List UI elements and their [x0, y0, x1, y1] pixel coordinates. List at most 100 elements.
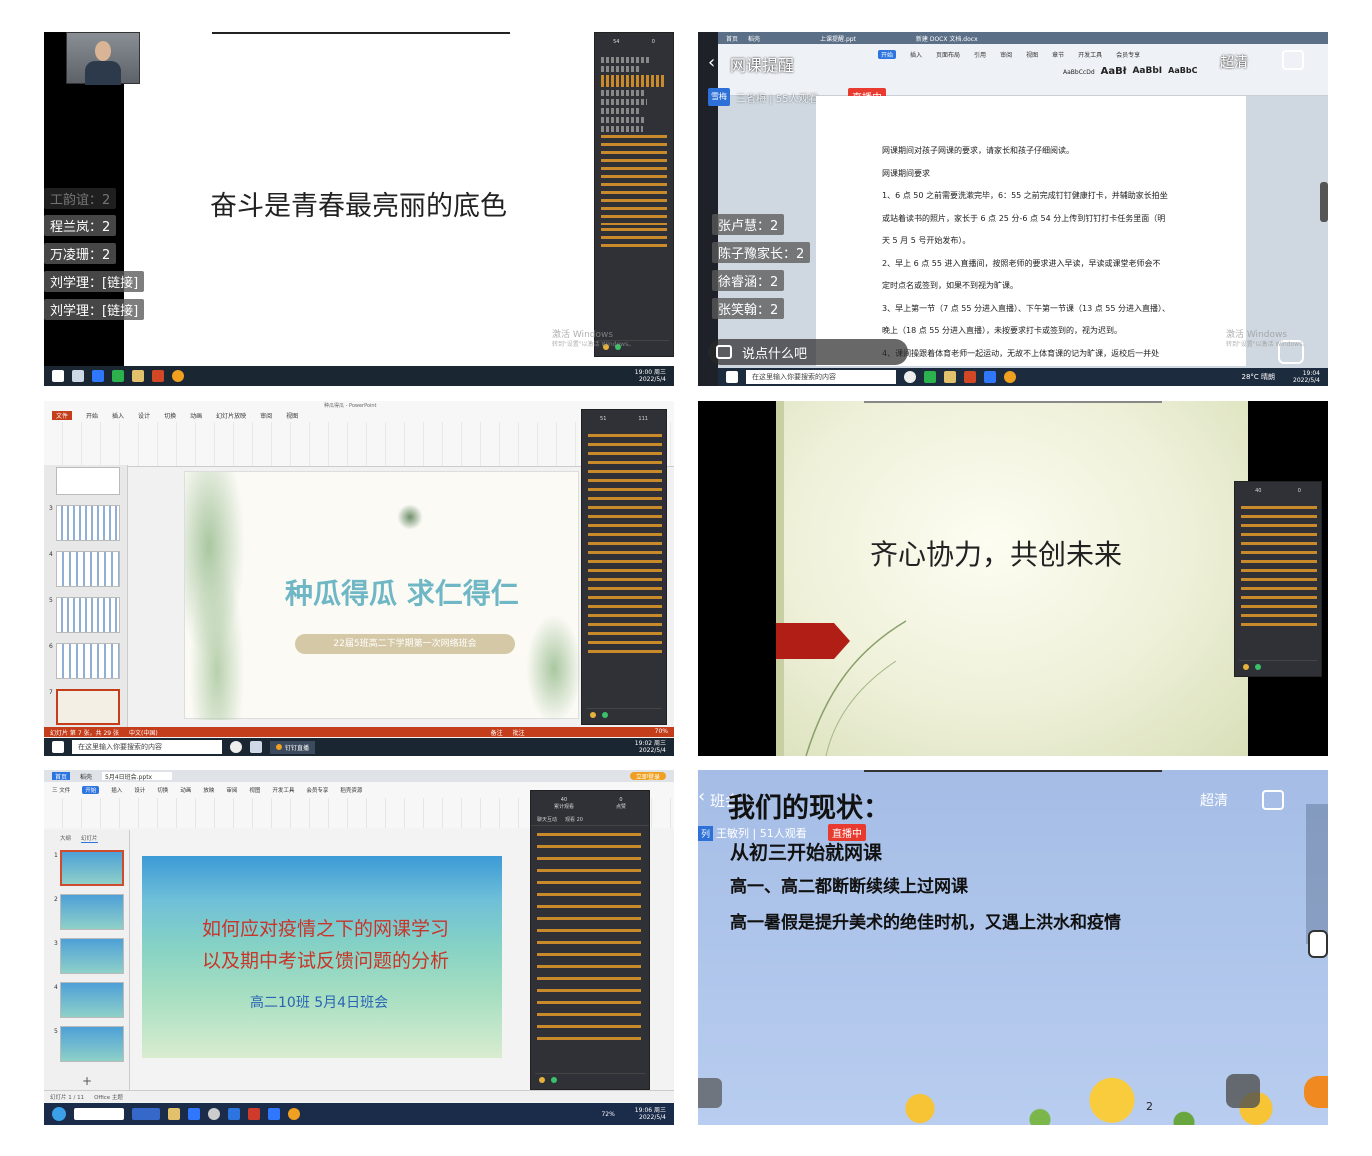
- chat-footer[interactable]: [586, 708, 662, 720]
- back-arrow-icon[interactable]: ‹: [708, 52, 715, 73]
- powerpoint-icon[interactable]: [152, 370, 164, 382]
- menu-item[interactable]: 视图: [249, 786, 260, 794]
- tab[interactable]: 新建 DOCX 文档.docx: [916, 34, 978, 43]
- menu-item[interactable]: 开始: [86, 411, 98, 420]
- menu-item[interactable]: 插入: [111, 786, 122, 794]
- chat-tab[interactable]: 聊天互动: [537, 816, 557, 823]
- slide-thumbnail[interactable]: [60, 938, 124, 974]
- back-arrow-icon[interactable]: ‹: [698, 786, 705, 807]
- menu-item[interactable]: 动画: [190, 411, 202, 420]
- comments-button[interactable]: 批注: [513, 728, 525, 737]
- tab[interactable]: 稻壳: [80, 772, 92, 781]
- live-chat-panel[interactable]: 51 111: [581, 409, 667, 725]
- menu-item[interactable]: 切换: [164, 411, 176, 420]
- task-view-icon[interactable]: [904, 371, 916, 383]
- folder-icon[interactable]: [132, 370, 144, 382]
- menu-item[interactable]: 插入: [910, 50, 922, 59]
- menu-item[interactable]: 放映: [203, 786, 214, 794]
- slide-thumbnail[interactable]: [60, 894, 124, 930]
- slide-thumbnail-selected[interactable]: [56, 689, 120, 725]
- wechat-icon[interactable]: [112, 370, 124, 382]
- quality-button[interactable]: 超清: [1200, 790, 1228, 810]
- task-view-icon[interactable]: [230, 741, 242, 753]
- screen-switch-icon[interactable]: [1262, 790, 1284, 810]
- menu-file[interactable]: 文件: [52, 411, 73, 420]
- windows-start-icon[interactable]: [52, 370, 64, 382]
- slide-thumbnail[interactable]: [56, 643, 120, 679]
- slide-thumbnail[interactable]: [60, 1026, 124, 1062]
- live-chat-panel[interactable]: 40 0: [1234, 481, 1322, 677]
- menu-item[interactable]: 引用: [974, 50, 986, 59]
- live-chat-panel[interactable]: 54 0: [594, 32, 674, 357]
- folder-icon[interactable]: [944, 371, 956, 383]
- slide-thumbnail-pane[interactable]: 3 4 5 6 7: [44, 465, 128, 727]
- gift-icon[interactable]: [590, 711, 596, 718]
- slide-canvas[interactable]: 如何应对疫情之下的网课学习 以及期中考试反馈问题的分析 高二10班 5月4日班会: [142, 856, 502, 1058]
- tab[interactable]: 上课提醒.ppt: [820, 34, 856, 43]
- slide-canvas[interactable]: 种瓜得瓜 求仁得仁 22届5班高二下学期第一次网络班会: [184, 471, 580, 720]
- live-app-icon[interactable]: [1004, 371, 1016, 383]
- menu-item[interactable]: 稻壳资源: [340, 786, 362, 794]
- menu-item[interactable]: 插入: [112, 411, 124, 420]
- live-app-icon[interactable]: [288, 1108, 300, 1120]
- call-icon[interactable]: [1226, 1074, 1260, 1108]
- viewer-tab[interactable]: 观看 20: [565, 816, 583, 823]
- slide-thumbnail[interactable]: [56, 467, 120, 495]
- document-page[interactable]: 网课期间对孩子网课的要求，请家长和孩子仔细阅读。 网课期间要求 1、6 点 50…: [816, 96, 1246, 366]
- slide-thumbnail[interactable]: [56, 505, 120, 541]
- app-icon[interactable]: [188, 1108, 200, 1120]
- dingtalk-icon[interactable]: [268, 1108, 280, 1120]
- right-scrollbar[interactable]: [1320, 182, 1328, 222]
- gift-icon[interactable]: [539, 1076, 545, 1083]
- dingtalk-icon[interactable]: [92, 370, 104, 382]
- windows-taskbar[interactable]: 在这里输入你要搜索的内容 28°C 晴朗 19:04 2022/5/4: [718, 368, 1328, 386]
- wps-icon[interactable]: [964, 371, 976, 383]
- menu-item[interactable]: 开始: [82, 786, 100, 794]
- windows-start-icon[interactable]: [52, 741, 64, 753]
- menu-item[interactable]: 设计: [134, 786, 145, 794]
- gift-icon[interactable]: [1243, 663, 1249, 670]
- slide-thumbnail[interactable]: [56, 597, 120, 633]
- style-heading2[interactable]: AaBbI: [1132, 66, 1162, 77]
- add-slide-button[interactable]: +: [82, 1074, 92, 1088]
- live-app-icon[interactable]: [172, 370, 184, 382]
- like-icon[interactable]: [602, 711, 608, 718]
- menu-item[interactable]: 会员专享: [306, 786, 328, 794]
- windows-taskbar[interactable]: 72% 19:06 周三 2022/5/4: [44, 1103, 674, 1125]
- live-chat-panel[interactable]: 40 累计观看 0 点赞 聊天互动 观看 20: [530, 790, 650, 1090]
- windows-taskbar[interactable]: 在这里输入你要搜索的内容 钉钉直播 19:02 周三 2022/5/4: [44, 738, 674, 756]
- menu-item[interactable]: 切换: [157, 786, 168, 794]
- browser-tab[interactable]: [74, 1108, 124, 1120]
- comment-icon[interactable]: [698, 1078, 722, 1108]
- outline-tab[interactable]: 大纲: [60, 834, 71, 843]
- taskbar-search[interactable]: 在这里输入你要搜索的内容: [746, 370, 896, 384]
- menu-item[interactable]: 审阅: [260, 411, 272, 420]
- slide-thumbnail-pane[interactable]: 大纲 幻灯片 1 2 3 4 5 +: [44, 830, 130, 1098]
- taskbar-search[interactable]: 在这里输入你要搜索的内容: [72, 740, 222, 754]
- slide-thumbnail-selected[interactable]: [60, 850, 124, 886]
- tab[interactable]: 5月4日班会.pptx: [102, 772, 173, 781]
- quality-button[interactable]: 超清: [1220, 52, 1248, 72]
- right-chat-sliver[interactable]: [1306, 804, 1328, 944]
- folder-icon[interactable]: [168, 1108, 180, 1120]
- menu-item[interactable]: 页面布局: [936, 50, 960, 59]
- tab[interactable]: 稻壳: [748, 34, 760, 43]
- menu-item[interactable]: 审阅: [1000, 50, 1012, 59]
- menu-item[interactable]: 幻灯片放映: [216, 411, 246, 420]
- menu-item[interactable]: 视图: [1026, 50, 1038, 59]
- menu-item[interactable]: 章节: [1052, 50, 1064, 59]
- notes-button[interactable]: 备注: [491, 728, 503, 737]
- windows-start-icon[interactable]: [52, 1107, 66, 1121]
- media-icon[interactable]: [208, 1108, 220, 1120]
- windows-taskbar[interactable]: 19:00 周三 2022/5/4: [44, 366, 674, 386]
- like-icon[interactable]: [1255, 663, 1261, 670]
- style-heading1[interactable]: AaBł: [1101, 66, 1127, 77]
- style-normal[interactable]: AaBbCcDd: [1063, 66, 1095, 77]
- slide-thumbnail[interactable]: [56, 551, 120, 587]
- wps-icon[interactable]: [248, 1108, 260, 1120]
- screen-switch-icon[interactable]: [1282, 50, 1304, 70]
- search-app[interactable]: [132, 1108, 160, 1120]
- menu-item[interactable]: 开发工具: [272, 786, 294, 794]
- menu-item[interactable]: 开始: [878, 50, 897, 59]
- dingtalk-icon[interactable]: [984, 371, 996, 383]
